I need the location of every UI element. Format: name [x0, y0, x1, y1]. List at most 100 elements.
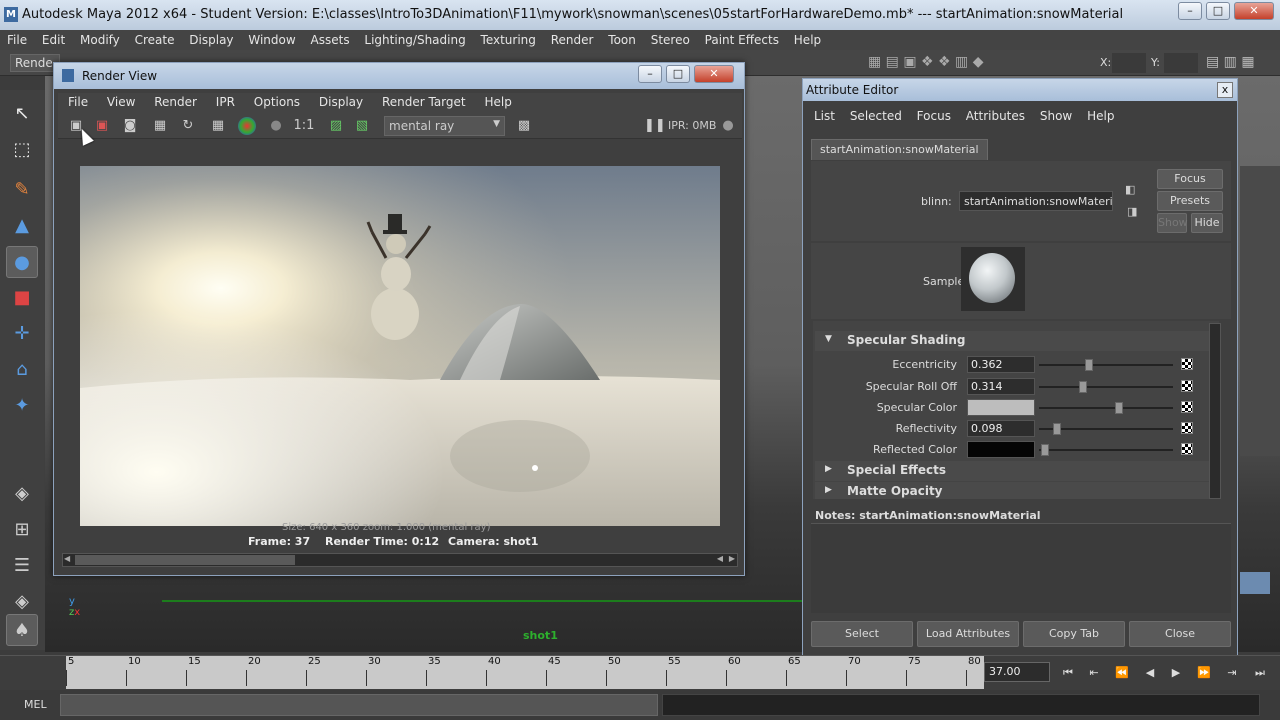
attribute-scrollbar[interactable] [1209, 323, 1221, 499]
panel-toggle-icons[interactable]: ▤ ▥ ▦ [1206, 54, 1255, 70]
render-icons[interactable]: ▦ ▤ ▣ ❖ ❖ ▥ ◆ [868, 54, 983, 70]
render-settings-icon[interactable]: ▩ [514, 116, 534, 136]
output-connection-icon[interactable]: ◨ [1127, 205, 1137, 218]
snapshot-camera-icon[interactable]: ◙ [120, 116, 140, 136]
rv-menu-display[interactable]: Display [309, 93, 368, 109]
rv-menu-render-target[interactable]: Render Target [372, 93, 471, 109]
rv-close-button[interactable]: ✕ [694, 65, 734, 83]
close-ae-button[interactable]: Close [1129, 621, 1231, 647]
load-attributes-button[interactable]: Load Attributes [917, 621, 1019, 647]
ae-close-icon[interactable]: x [1217, 82, 1233, 98]
paint-tool-icon[interactable]: ✎ [6, 174, 38, 206]
last-tool-icon[interactable]: ✦ [6, 390, 38, 422]
layout-custom-icon[interactable]: ♠ [6, 614, 38, 646]
specular-color-slider[interactable] [1039, 407, 1173, 409]
specular-color-swatch[interactable] [967, 399, 1035, 416]
scroll-left-icon[interactable]: ◀ [64, 554, 70, 563]
section-matte-opacity[interactable]: ▶ Matte Opacity [815, 482, 1209, 499]
menu-help[interactable]: Help [787, 30, 825, 47]
menu-file[interactable]: File [0, 30, 31, 47]
node-name-field[interactable]: startAnimation:snowMaterial [959, 191, 1113, 211]
slider-handle[interactable] [1085, 359, 1093, 371]
presets-button[interactable]: Presets [1157, 191, 1223, 211]
scroll-right-end-icon[interactable]: ▶ [729, 554, 735, 563]
tab-snow-material[interactable]: startAnimation:snowMaterial [811, 139, 988, 160]
hide-button[interactable]: Hide [1191, 213, 1223, 233]
go-to-end-icon[interactable]: ⏭ [1248, 663, 1272, 683]
play-backwards-icon[interactable]: ◀ [1138, 663, 1162, 683]
rendered-image[interactable] [80, 166, 720, 526]
y-field[interactable] [1164, 53, 1198, 73]
rv-menu-file[interactable]: File [58, 93, 93, 109]
command-input[interactable] [60, 694, 658, 716]
slider-handle[interactable] [1079, 381, 1087, 393]
ae-menu-show[interactable]: Show [1033, 105, 1076, 123]
layout-outliner-icon[interactable]: ☰ [6, 550, 38, 582]
map-texture-icon[interactable] [1181, 380, 1193, 392]
reflectivity-field[interactable]: 0.098 [967, 420, 1035, 437]
eccentricity-slider[interactable] [1039, 364, 1173, 366]
render-view-hscroll[interactable]: ◀ ◀ ▶ [62, 553, 738, 567]
menu-paint-effects[interactable]: Paint Effects [698, 30, 783, 47]
select-button[interactable]: Select [811, 621, 913, 647]
alpha-channel-icon[interactable]: ● [266, 116, 286, 136]
real-size-button[interactable]: 1:1 [292, 116, 316, 136]
copy-tab-button[interactable]: Copy Tab [1023, 621, 1125, 647]
menu-assets[interactable]: Assets [304, 30, 354, 47]
attribute-editor-title-bar[interactable]: Attribute Editor x [803, 79, 1237, 101]
notes-textarea[interactable] [811, 523, 1231, 613]
specular-roll-off-slider[interactable] [1039, 386, 1173, 388]
step-forward-frame-icon[interactable]: ⏩ [1192, 663, 1216, 683]
rv-menu-options[interactable]: Options [244, 93, 305, 109]
mel-label[interactable]: MEL [24, 698, 47, 711]
ae-menu-attributes[interactable]: Attributes [959, 105, 1029, 123]
specular-roll-off-field[interactable]: 0.314 [967, 378, 1035, 395]
x-field[interactable] [1112, 53, 1146, 73]
focus-button[interactable]: Focus [1157, 169, 1223, 189]
section-special-effects[interactable]: ▶ Special Effects [815, 461, 1209, 481]
rv-menu-render[interactable]: Render [144, 93, 202, 109]
render-view-title-bar[interactable]: Render View – □ ✕ [54, 63, 744, 89]
remove-image-icon[interactable]: ▧ [352, 116, 372, 136]
refresh-icon[interactable]: ↻ [178, 116, 198, 136]
ae-menu-selected[interactable]: Selected [843, 105, 906, 123]
keep-image-icon[interactable]: ▨ [326, 116, 346, 136]
scale-tool-icon[interactable]: ■ [6, 282, 38, 314]
step-back-frame-icon[interactable]: ⏪ [1110, 663, 1134, 683]
manipulator-tool-icon[interactable]: ✛ [6, 318, 38, 350]
layout-single-icon[interactable]: ◈ [6, 478, 38, 510]
slider-handle[interactable] [1053, 423, 1061, 435]
ipr-render-icon[interactable]: ▣ [92, 116, 112, 136]
lasso-tool-icon[interactable]: ⬚ [6, 134, 38, 166]
reflected-color-slider[interactable] [1039, 449, 1173, 451]
rv-menu-help[interactable]: Help [474, 93, 516, 109]
menu-display[interactable]: Display [182, 30, 237, 47]
menu-create[interactable]: Create [128, 30, 179, 47]
ae-menu-focus[interactable]: Focus [910, 105, 955, 123]
rv-menu-ipr[interactable]: IPR [206, 93, 240, 109]
region-snapshot-icon[interactable]: ▦ [208, 116, 228, 136]
menu-edit[interactable]: Edit [35, 30, 69, 47]
ae-menu-list[interactable]: List [807, 105, 839, 123]
scroll-right-icon[interactable]: ◀ [717, 554, 723, 563]
scroll-thumb[interactable] [75, 555, 295, 565]
renderer-dropdown[interactable]: mental ray ▼ [384, 116, 505, 136]
rv-menu-view[interactable]: View [97, 93, 140, 109]
rgb-channels-icon[interactable] [238, 117, 256, 135]
rotate-tool-icon[interactable]: ● [6, 246, 38, 278]
menu-window[interactable]: Window [241, 30, 299, 47]
slider-handle[interactable] [1115, 402, 1123, 414]
map-texture-icon[interactable] [1181, 422, 1193, 434]
pause-icon[interactable]: ❚❚ [644, 116, 666, 136]
reflected-color-swatch[interactable] [967, 441, 1035, 458]
menu-render[interactable]: Render [544, 30, 598, 47]
close-button[interactable]: ✕ [1234, 2, 1274, 20]
timeline-ruler[interactable]: 5 10 15 20 25 30 35 40 45 50 55 60 65 70 75 80 [66, 656, 984, 689]
map-texture-icon[interactable] [1181, 443, 1193, 455]
menu-texturing[interactable]: Texturing [474, 30, 540, 47]
menu-modify[interactable]: Modify [73, 30, 124, 47]
soft-mod-tool-icon[interactable]: ⌂ [6, 354, 38, 386]
map-texture-icon[interactable] [1181, 358, 1193, 370]
current-frame-field[interactable]: 37.00 [984, 662, 1050, 682]
menu-toon[interactable]: Toon [601, 30, 640, 47]
